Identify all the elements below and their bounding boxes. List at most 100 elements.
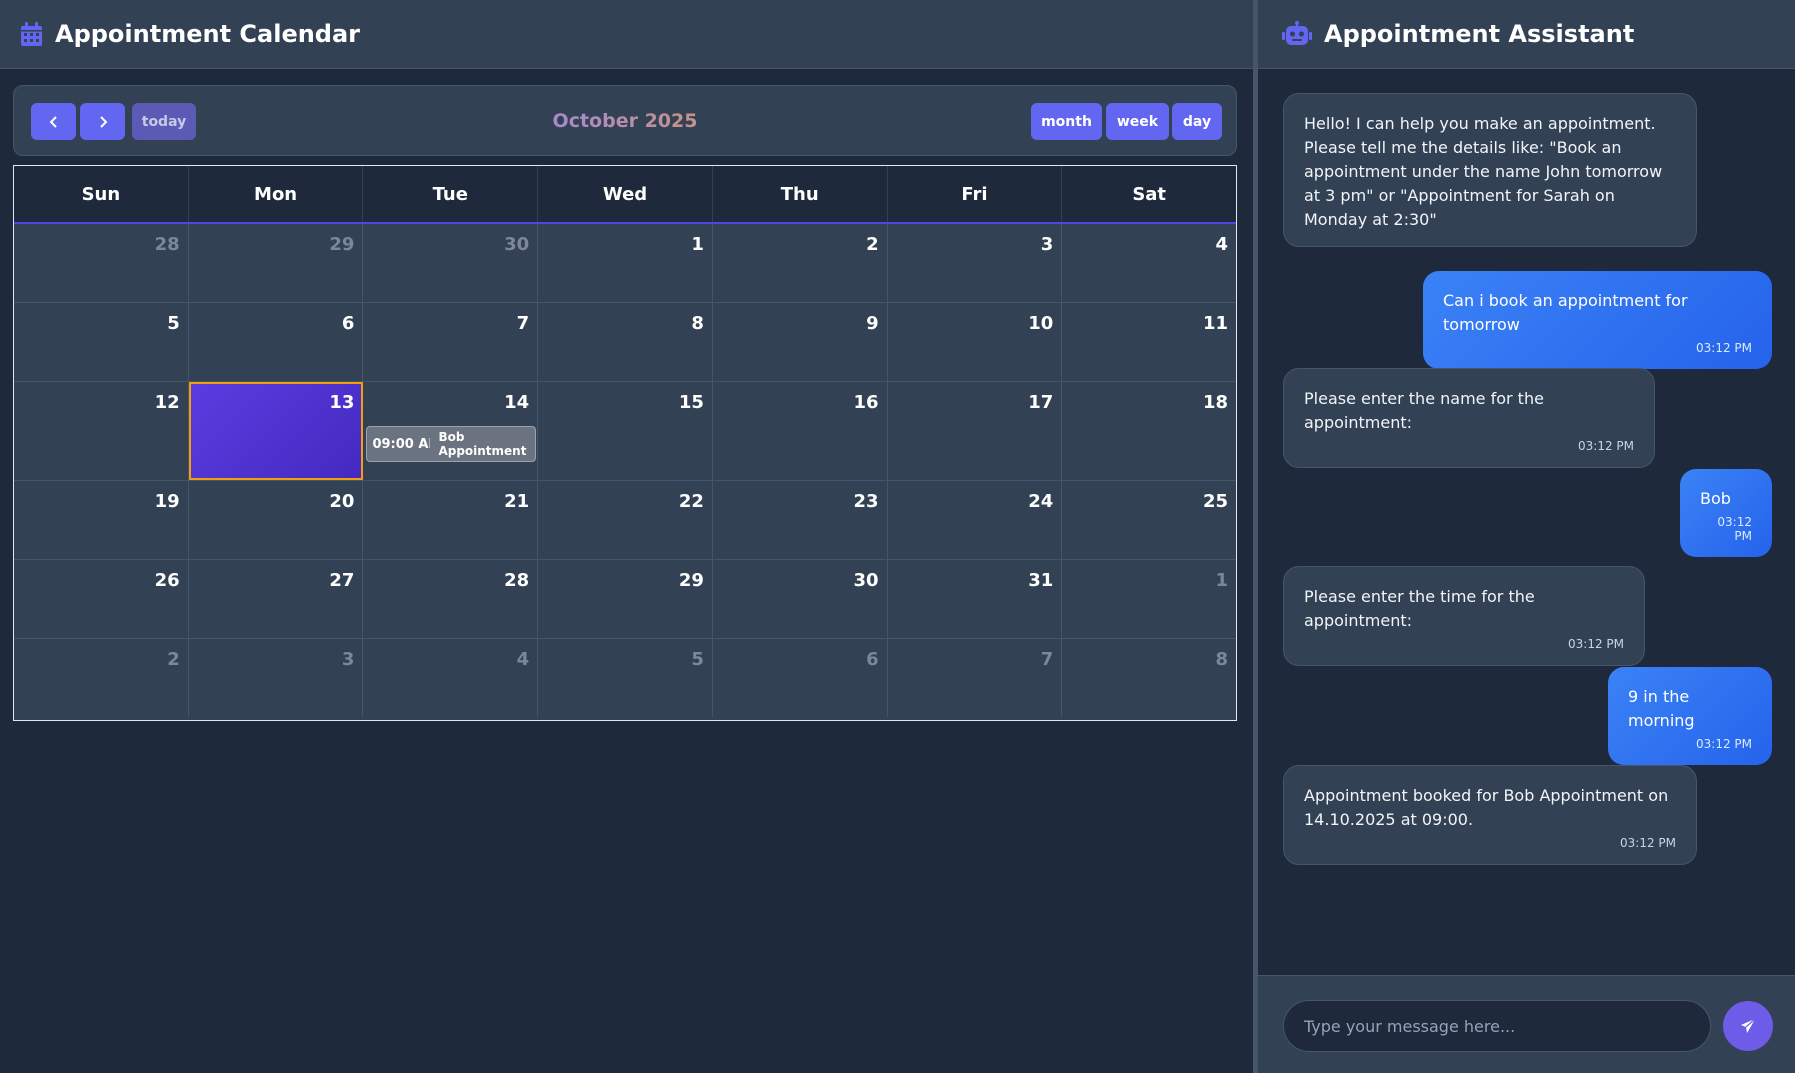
user-message: Can i book an appointment for tomorrow 03…: [1423, 271, 1772, 369]
day-number[interactable]: 7: [517, 313, 530, 334]
day-number[interactable]: 29: [679, 570, 704, 591]
day-number[interactable]: 30: [854, 570, 879, 591]
day-number[interactable]: 1: [691, 234, 704, 255]
day-number[interactable]: 4: [1216, 234, 1229, 255]
day-number[interactable]: 7: [1041, 649, 1054, 670]
user-message: Bob 03:12 PM: [1680, 469, 1772, 557]
day-cell[interactable]: 5: [14, 303, 189, 381]
day-cell[interactable]: 7: [887, 639, 1063, 717]
send-button[interactable]: [1723, 1001, 1773, 1051]
day-cell[interactable]: 2: [712, 224, 888, 302]
day-cell[interactable]: 3: [188, 639, 364, 717]
day-number[interactable]: 19: [155, 491, 180, 512]
week-row: 5 6 7 8 9 10 11: [14, 303, 1237, 382]
day-cell[interactable]: 6: [712, 639, 888, 717]
day-cell[interactable]: 11: [1062, 303, 1237, 381]
day-cell[interactable]: 3: [887, 224, 1063, 302]
day-cell[interactable]: 15: [538, 382, 713, 480]
day-number[interactable]: 1: [1216, 570, 1229, 591]
weekday-header: Thu: [713, 166, 888, 222]
day-cell[interactable]: 31: [887, 560, 1063, 638]
day-number[interactable]: 2: [866, 234, 879, 255]
day-cell[interactable]: 29: [538, 560, 713, 638]
view-day-button[interactable]: day: [1172, 103, 1222, 140]
day-number[interactable]: 20: [329, 491, 354, 512]
day-cell[interactable]: 22: [538, 481, 713, 559]
day-number[interactable]: 30: [504, 234, 529, 255]
day-cell[interactable]: 6: [188, 303, 364, 381]
day-number[interactable]: 31: [1028, 570, 1053, 591]
day-number[interactable]: 25: [1203, 491, 1228, 512]
day-cell[interactable]: 7: [363, 303, 539, 381]
day-cell[interactable]: 2: [14, 639, 189, 717]
day-cell[interactable]: 20: [188, 481, 364, 559]
day-number[interactable]: 29: [329, 234, 354, 255]
day-number[interactable]: 5: [167, 313, 180, 334]
day-number[interactable]: 9: [866, 313, 879, 334]
view-month-button[interactable]: month: [1031, 103, 1102, 140]
calendar-event[interactable]: 09:00 AM Bob Appointment: [366, 426, 537, 462]
day-number[interactable]: 10: [1028, 313, 1053, 334]
day-cell[interactable]: 9: [712, 303, 888, 381]
day-number[interactable]: 21: [504, 491, 529, 512]
day-cell[interactable]: 29: [188, 224, 364, 302]
day-number[interactable]: 26: [155, 570, 180, 591]
day-number[interactable]: 2: [167, 649, 180, 670]
day-number[interactable]: 23: [854, 491, 879, 512]
day-number[interactable]: 8: [691, 313, 704, 334]
day-cell[interactable]: 5: [538, 639, 713, 717]
day-cell[interactable]: 10: [887, 303, 1063, 381]
day-cell[interactable]: 4: [1062, 224, 1237, 302]
day-number[interactable]: 17: [1028, 392, 1053, 413]
day-number[interactable]: 3: [342, 649, 355, 670]
day-cell[interactable]: 1: [1062, 560, 1237, 638]
calendar-title: Appointment Calendar: [55, 20, 361, 48]
day-cell[interactable]: 27: [188, 560, 364, 638]
message-timestamp: 03:12 PM: [1696, 737, 1752, 751]
day-number[interactable]: 5: [691, 649, 704, 670]
day-number[interactable]: 16: [854, 392, 879, 413]
day-cell[interactable]: 14 09:00 AM Bob Appointment: [363, 382, 539, 480]
day-cell[interactable]: 8: [538, 303, 713, 381]
day-number[interactable]: 6: [342, 313, 355, 334]
day-number[interactable]: 8: [1216, 649, 1229, 670]
day-cell[interactable]: 1: [538, 224, 713, 302]
day-number[interactable]: 12: [155, 392, 180, 413]
day-number[interactable]: 15: [679, 392, 704, 413]
chat-log[interactable]: Hello! I can help you make an appointmen…: [1258, 69, 1795, 975]
day-number[interactable]: 4: [517, 649, 530, 670]
day-number[interactable]: 6: [866, 649, 879, 670]
day-number[interactable]: 27: [329, 570, 354, 591]
day-cell[interactable]: 24: [887, 481, 1063, 559]
day-cell[interactable]: 17: [887, 382, 1063, 480]
day-number[interactable]: 24: [1028, 491, 1053, 512]
view-week-button[interactable]: week: [1106, 103, 1169, 140]
day-cell[interactable]: 28: [14, 224, 189, 302]
day-cell[interactable]: 30: [363, 224, 539, 302]
week-row: 19 20 21 22 23 24 25: [14, 481, 1237, 560]
day-number[interactable]: 28: [155, 234, 180, 255]
day-number[interactable]: 18: [1203, 392, 1228, 413]
day-cell[interactable]: 21: [363, 481, 539, 559]
day-number[interactable]: 28: [504, 570, 529, 591]
assistant-message: Hello! I can help you make an appointmen…: [1283, 93, 1697, 247]
day-number[interactable]: 11: [1203, 313, 1228, 334]
day-cell[interactable]: 8: [1062, 639, 1237, 717]
day-number[interactable]: 14: [504, 392, 529, 413]
day-cell[interactable]: 30: [712, 560, 888, 638]
day-cell[interactable]: 25: [1062, 481, 1237, 559]
day-cell[interactable]: 26: [14, 560, 189, 638]
day-cell[interactable]: 19: [14, 481, 189, 559]
day-cell[interactable]: 16: [712, 382, 888, 480]
message-input[interactable]: [1283, 1000, 1711, 1052]
day-cell[interactable]: 12: [14, 382, 189, 480]
day-number[interactable]: 13: [329, 392, 354, 413]
day-cell[interactable]: 28: [363, 560, 539, 638]
day-number[interactable]: 3: [1041, 234, 1054, 255]
day-cell[interactable]: 18: [1062, 382, 1237, 480]
day-cell-today[interactable]: 13: [188, 382, 364, 480]
day-number[interactable]: 22: [679, 491, 704, 512]
day-cell[interactable]: 23: [712, 481, 888, 559]
day-cell[interactable]: 4: [363, 639, 539, 717]
user-message: 9 in the morning 03:12 PM: [1608, 667, 1772, 765]
